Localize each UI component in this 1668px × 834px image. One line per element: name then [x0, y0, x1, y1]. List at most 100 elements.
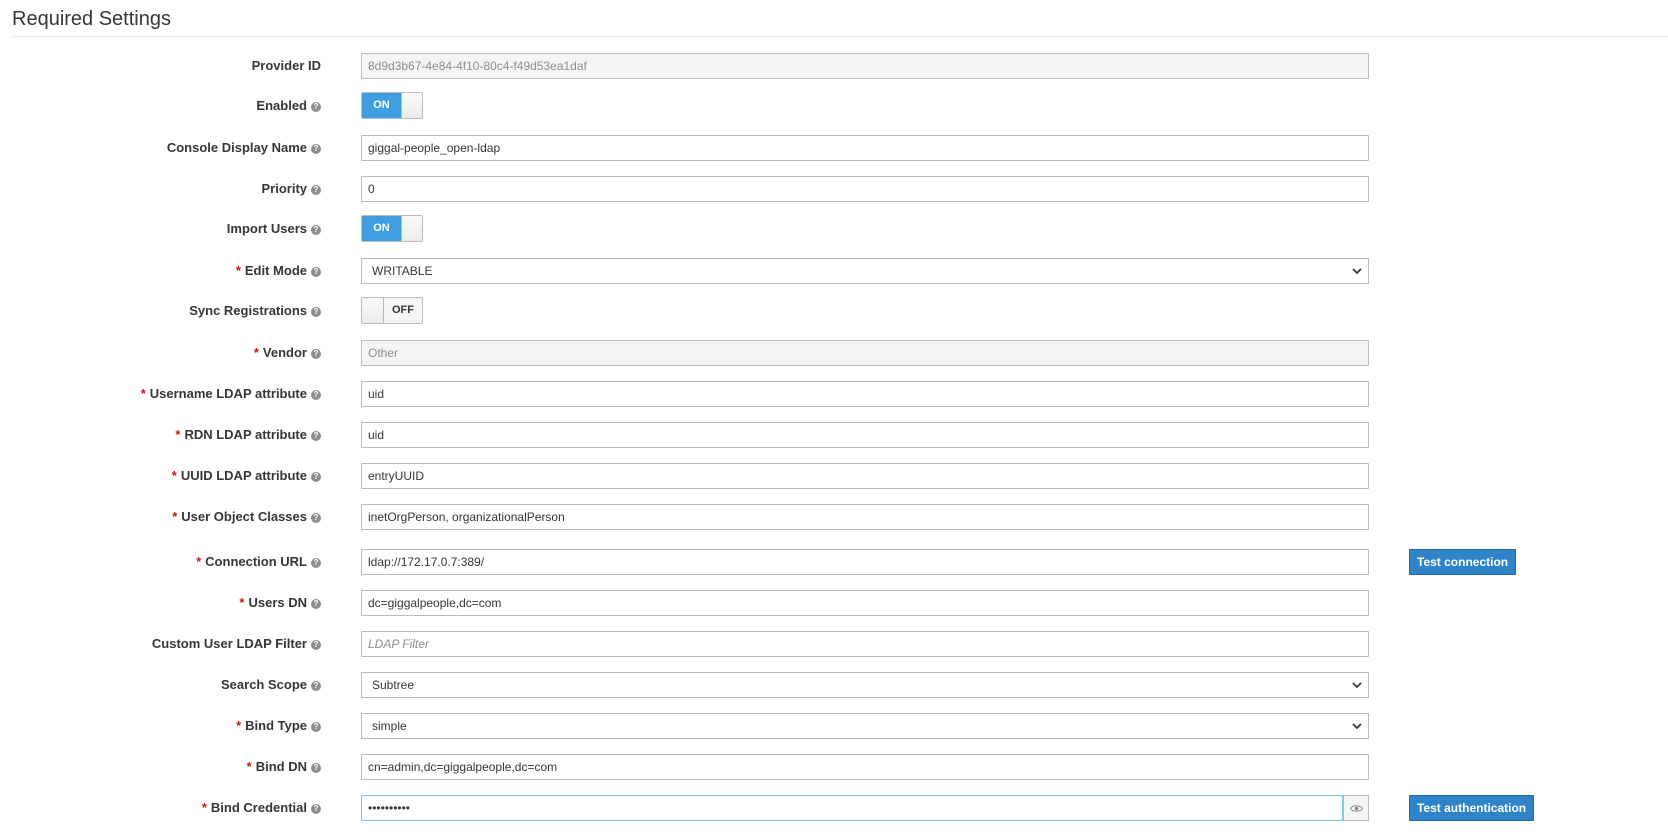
required-asterisk: * [140, 386, 146, 401]
chevron-down-icon [1352, 723, 1362, 730]
connection-url-label: * Connection URL? [196, 553, 321, 571]
users-dn-label: * Users DN? [239, 594, 321, 612]
username-ldap-attribute-field[interactable] [361, 381, 1369, 407]
reveal-password-button[interactable] [1343, 795, 1369, 821]
select-value: Subtree [372, 678, 415, 692]
rdn-ldap-attribute-field[interactable] [361, 422, 1369, 448]
uuid-ldap-attribute-field[interactable] [361, 463, 1369, 489]
help-icon: ? [311, 804, 321, 814]
bind-type-select[interactable]: simple [361, 713, 1369, 739]
import-users-row: Import Users? ON [0, 215, 1668, 242]
required-asterisk: * [172, 509, 178, 524]
uuid-ldap-attribute-label: * UUID LDAP attribute? [172, 467, 321, 485]
help-icon: ? [311, 102, 321, 112]
toggle-knob [401, 216, 422, 241]
toggle-state: OFF [384, 298, 422, 323]
edit-mode-select[interactable]: WRITABLE [361, 258, 1369, 284]
bind-dn-row: * Bind DN? [0, 754, 1668, 780]
toggle-knob [362, 298, 384, 323]
user-object-classes-field[interactable] [361, 504, 1369, 530]
vendor-row: * Vendor? [0, 340, 1668, 366]
help-icon: ? [311, 431, 321, 441]
bind-type-row: * Bind Type? simple [0, 713, 1668, 739]
users-dn-field[interactable] [361, 590, 1369, 616]
console-display-name-label: Console Display Name? [167, 139, 321, 157]
user-object-classes-label: * User Object Classes? [172, 508, 321, 526]
help-icon: ? [311, 722, 321, 732]
required-settings-page: Required Settings Provider ID Enabled? O… [0, 0, 1668, 834]
help-icon: ? [311, 144, 321, 154]
bind-dn-field[interactable] [361, 754, 1369, 780]
select-value: WRITABLE [372, 264, 433, 278]
required-asterisk: * [239, 595, 245, 610]
custom-user-ldap-filter-row: Custom User LDAP Filter? [0, 631, 1668, 657]
help-icon: ? [311, 681, 321, 691]
required-asterisk: * [236, 718, 242, 733]
import-users-toggle[interactable]: ON [361, 215, 423, 242]
connection-url-field[interactable] [361, 549, 1369, 575]
provider-id-field[interactable] [361, 53, 1369, 79]
vendor-label: * Vendor? [254, 344, 321, 362]
chevron-down-icon [1352, 268, 1362, 275]
help-icon: ? [311, 225, 321, 235]
help-icon: ? [311, 185, 321, 195]
rdn-ldap-attribute-row: * RDN LDAP attribute? [0, 422, 1668, 448]
help-icon: ? [311, 599, 321, 609]
vendor-field[interactable] [361, 340, 1369, 366]
uuid-ldap-attribute-row: * UUID LDAP attribute? [0, 463, 1668, 489]
eye-icon [1350, 805, 1363, 812]
required-asterisk: * [246, 759, 252, 774]
help-icon: ? [311, 513, 321, 523]
import-users-label: Import Users? [227, 220, 321, 238]
custom-user-ldap-filter-label: Custom User LDAP Filter? [152, 635, 321, 653]
help-icon: ? [311, 763, 321, 773]
sync-registrations-toggle[interactable]: OFF [361, 297, 423, 324]
select-value: simple [372, 719, 407, 733]
connection-url-row: *Connection URL? Test connection [0, 549, 1668, 575]
required-asterisk: * [235, 263, 241, 278]
console-display-name-field[interactable] [361, 135, 1369, 161]
priority-label: Priority? [261, 180, 321, 198]
help-icon: ? [311, 349, 321, 359]
edit-mode-label: * Edit Mode? [236, 262, 321, 280]
enabled-label: Enabled? [256, 97, 321, 115]
enabled-toggle[interactable]: ON [361, 92, 423, 119]
help-icon: ? [311, 472, 321, 482]
rdn-ldap-attribute-label: * RDN LDAP attribute? [175, 426, 321, 444]
username-ldap-attribute-label: * Username LDAP attribute? [141, 385, 321, 403]
search-scope-label: Search Scope? [221, 676, 321, 694]
users-dn-row: * Users DN? [0, 590, 1668, 616]
required-asterisk: * [196, 554, 202, 569]
custom-user-ldap-filter-field[interactable] [361, 631, 1369, 657]
bind-credential-row: *Bind Credential? Test authentication [0, 795, 1668, 821]
user-object-classes-row: * User Object Classes? [0, 504, 1668, 530]
required-asterisk: * [253, 345, 259, 360]
enabled-row: Enabled? ON [0, 92, 1668, 119]
help-icon: ? [311, 307, 321, 317]
required-asterisk: * [171, 468, 177, 483]
toggle-state: ON [362, 93, 401, 118]
help-icon: ? [311, 267, 321, 277]
test-connection-button[interactable]: Test connection [1409, 549, 1517, 575]
toggle-knob [401, 93, 422, 118]
bind-dn-label: * Bind DN? [247, 758, 321, 776]
provider-id-label: Provider ID [251, 58, 321, 73]
sync-registrations-label: Sync Registrations? [189, 302, 321, 320]
sync-registrations-row: Sync Registrations? OFF [0, 297, 1668, 324]
provider-id-row: Provider ID [0, 53, 1668, 79]
username-ldap-attribute-row: * Username LDAP attribute? [0, 381, 1668, 407]
edit-mode-row: * Edit Mode? WRITABLE [0, 258, 1668, 284]
search-scope-select[interactable]: Subtree [361, 672, 1369, 698]
section-title: Required Settings [12, 8, 171, 30]
required-asterisk: * [201, 800, 207, 815]
search-scope-row: Search Scope? Subtree [0, 672, 1668, 698]
test-authentication-button[interactable]: Test authentication [1409, 795, 1535, 821]
section-divider [12, 36, 1668, 37]
help-icon: ? [311, 390, 321, 400]
chevron-down-icon [1352, 682, 1362, 689]
bind-credential-field[interactable] [361, 795, 1343, 821]
console-display-name-row: Console Display Name? [0, 135, 1668, 161]
priority-field[interactable] [361, 176, 1369, 202]
bind-type-label: * Bind Type? [236, 717, 321, 735]
required-asterisk: * [175, 427, 181, 442]
